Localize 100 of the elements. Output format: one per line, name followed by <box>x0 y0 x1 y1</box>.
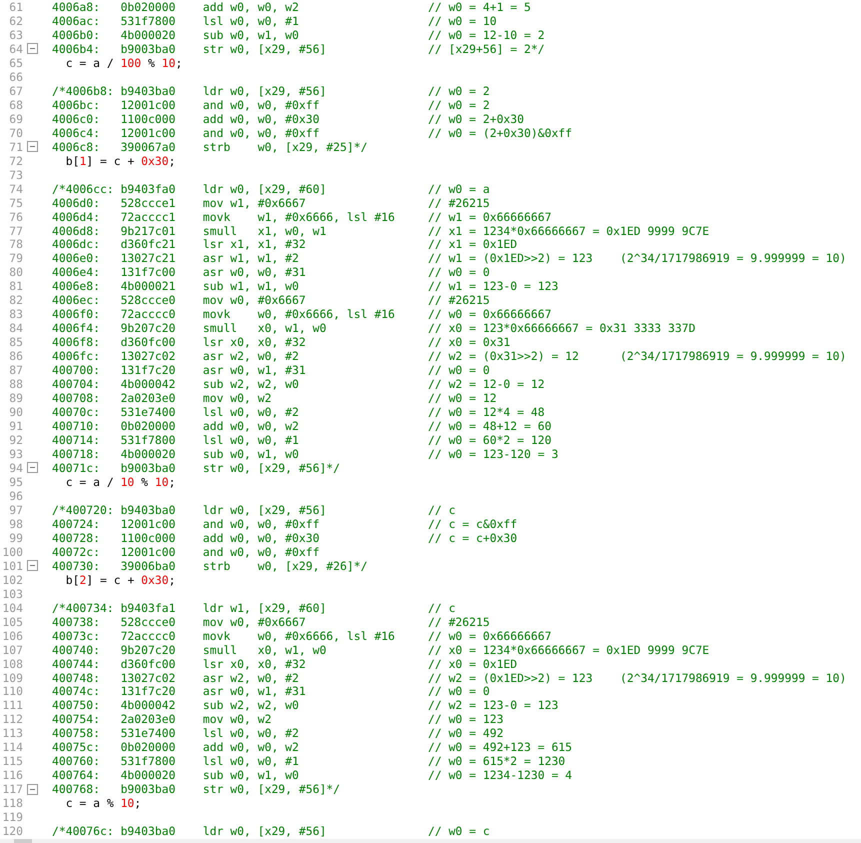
code-comment: // w0 = 60*2 = 120 <box>428 433 552 447</box>
assembly-code: 40075c: 0b020000 add w0, w0, w2 <box>52 740 300 754</box>
assembly-code: 400700: 131f7c20 asr w0, w1, #31 <box>52 363 307 378</box>
code-comment: // #26215 <box>428 196 490 210</box>
line-number: 82 <box>8 293 23 308</box>
code-comment: // w2 = (0x1ED>>2) = 123 (2^34/1717986919 = 9.999999 = 10) <box>428 670 846 684</box>
assembly-code: /*40076c: b9403ba0 ldr w0, [x29, #56] <box>52 824 328 838</box>
code-comment: // x0 = 0x31 <box>428 335 510 350</box>
code-comment: // w0 = 12*4 = 48 <box>428 405 545 420</box>
assembly-code: 400710: 0b020000 add w0, w0, w2 <box>52 419 300 434</box>
line-number: 109 <box>1 670 23 684</box>
line-number: 117 <box>1 782 23 796</box>
assembly-code: 400758: 531e7400 lsl w0, w0, #2 <box>52 726 300 740</box>
collapse-icon[interactable] <box>27 141 38 152</box>
line-number: 98 <box>8 516 23 531</box>
code-comment: // x0 = 123*0x66666667 = 0x31 3333 337D <box>428 321 696 336</box>
line-number: 113 <box>1 726 23 740</box>
assembly-code: 400768: b9003ba0 str w0, [x29, #56]*/ <box>52 782 342 796</box>
assembly-code: 4006e0: 13027c21 asr w1, w1, #2 <box>52 251 300 266</box>
line-number: 102 <box>1 572 23 587</box>
line-number: 107 <box>1 642 23 657</box>
assembly-code: 400748: 13027c02 asr w2, w0, #2 <box>52 670 300 684</box>
line-number: 88 <box>8 377 23 392</box>
code-comment: // w0 = 123-120 = 3 <box>428 447 558 461</box>
line-number: 120 <box>1 824 23 838</box>
line-number: 74 <box>8 182 23 196</box>
line-number: 97 <box>8 502 23 517</box>
assembly-code: 400738: 528ccce0 mov w0, #0x6667 <box>52 614 307 629</box>
assembly-code: 4006d0: 528ccce1 mov w1, #0x6667 <box>52 196 307 210</box>
line-number: 100 <box>1 544 23 559</box>
code-comment: // x0 = 1234*0x66666667 = 0x1ED 9999 9C7E <box>428 642 710 657</box>
assembly-code: 400704: 4b000042 sub w2, w2, w0 <box>52 377 300 392</box>
code-comment: // w0 = 492+123 = 615 <box>428 740 572 754</box>
line-number: 86 <box>8 349 23 364</box>
assembly-code: 400730: 39006ba0 strb w0, [x29, #26]*/ <box>52 558 368 573</box>
assembly-code: 4006ac: 531f7800 lsl w0, w0, #1 <box>52 14 300 28</box>
assembly-code: 400714: 531f7800 lsl w0, w0, #1 <box>52 433 300 447</box>
line-number: 65 <box>8 56 23 70</box>
line-number: 77 <box>8 224 23 238</box>
line-number: 73 <box>8 168 23 182</box>
line-number: 103 <box>1 586 23 601</box>
assembly-code: 400740: 9b207c20 smull x0, w1, w0 <box>52 642 328 657</box>
assembly-code: 4006f4: 9b207c20 smull x0, w1, w0 <box>52 321 328 336</box>
collapse-icon[interactable] <box>27 43 38 54</box>
line-number: 116 <box>1 768 23 782</box>
assembly-code: 4006d8: 9b217c01 smull x1, w0, w1 <box>52 224 328 238</box>
line-number: 105 <box>1 614 23 629</box>
code-comment: // w0 = 0x66666667 <box>428 307 552 322</box>
line-number: 91 <box>8 419 23 434</box>
source-code: b[2] = c + 0x30; <box>64 572 176 587</box>
code-comment: // x0 = 0x1ED <box>428 656 518 670</box>
collapse-icon[interactable] <box>27 784 38 795</box>
assembly-code: 400728: 1100c000 add w0, w0, #0x30 <box>52 530 320 545</box>
line-number: 83 <box>8 307 23 322</box>
collapse-icon[interactable] <box>27 560 38 572</box>
line-number: 80 <box>8 265 23 280</box>
code-comment: // x1 = 1234*0x66666667 = 0x1ED 9999 9C7E <box>428 224 710 238</box>
line-number: 76 <box>8 210 23 224</box>
code-comment: // w0 = (2+0x30)&0xff <box>428 126 572 140</box>
line-number: 104 <box>1 600 23 615</box>
assembly-code: 40072c: 12001c00 and w0, w0, #0xff <box>52 544 320 559</box>
source-code: c = a % 10; <box>64 796 142 810</box>
assembly-code: 4006fc: 13027c02 asr w2, w0, #2 <box>52 349 300 364</box>
line-number: 69 <box>8 112 23 126</box>
line-number: 66 <box>8 70 23 84</box>
assembly-code: 4006e4: 131f7c00 asr w0, w0, #31 <box>52 265 307 280</box>
line-number: 89 <box>8 391 23 406</box>
code-comment: // w0 = 0 <box>428 363 490 378</box>
code-comment: // w0 = 123 <box>428 712 504 726</box>
line-number: 64 <box>8 42 23 56</box>
scrollbar-thumb[interactable] <box>14 839 32 843</box>
line-number: 114 <box>1 740 23 754</box>
code-comment: // c <box>428 502 456 517</box>
assembly-code: 40070c: 531e7400 lsl w0, w0, #2 <box>52 405 300 420</box>
line-number: 110 <box>1 684 23 698</box>
line-number: 67 <box>8 84 23 98</box>
line-number: 99 <box>8 530 23 545</box>
line-number: 78 <box>8 237 23 252</box>
line-number: 68 <box>8 98 23 112</box>
code-comment: // w2 = (0x31>>2) = 12 (2^34/1717986919 = 9.999999 = 10) <box>428 349 846 364</box>
assembly-code: 400724: 12001c00 and w0, w0, #0xff <box>52 516 320 531</box>
line-number: 71 <box>8 140 23 154</box>
assembly-code: /*400734: b9403fa1 ldr w1, [x29, #60] <box>52 600 328 615</box>
line-number: 118 <box>1 796 23 810</box>
assembly-code: 400708: 2a0203e0 mov w0, w2 <box>52 391 272 406</box>
code-comment: // c = c+0x30 <box>428 530 518 545</box>
collapse-icon[interactable] <box>27 462 38 474</box>
code-comment: // w0 = 2 <box>428 84 490 98</box>
assembly-code: 4006f8: d360fc00 lsr x0, x0, #32 <box>52 335 307 350</box>
assembly-code: 40074c: 131f7c20 asr w0, w1, #31 <box>52 684 307 698</box>
code-comment: // w0 = a <box>428 182 490 196</box>
line-number: 81 <box>8 279 23 294</box>
assembly-code: 4006f0: 72acccc0 movk w0, #0x6666, lsl #16 <box>52 307 396 322</box>
code-comment: // w0 = 4+1 = 5 <box>428 0 531 14</box>
line-number: 63 <box>8 28 23 42</box>
assembly-code: 4006ec: 528ccce0 mov w0, #0x6667 <box>52 293 307 308</box>
assembly-code: 40073c: 72acccc0 movk w0, #0x6666, lsl #16 <box>52 628 396 643</box>
assembly-code: 400754: 2a0203e0 mov w0, w2 <box>52 712 272 726</box>
assembly-code: /*400720: b9403ba0 ldr w0, [x29, #56] <box>52 502 328 517</box>
code-comment: // w0 = 12-10 = 2 <box>428 28 545 42</box>
